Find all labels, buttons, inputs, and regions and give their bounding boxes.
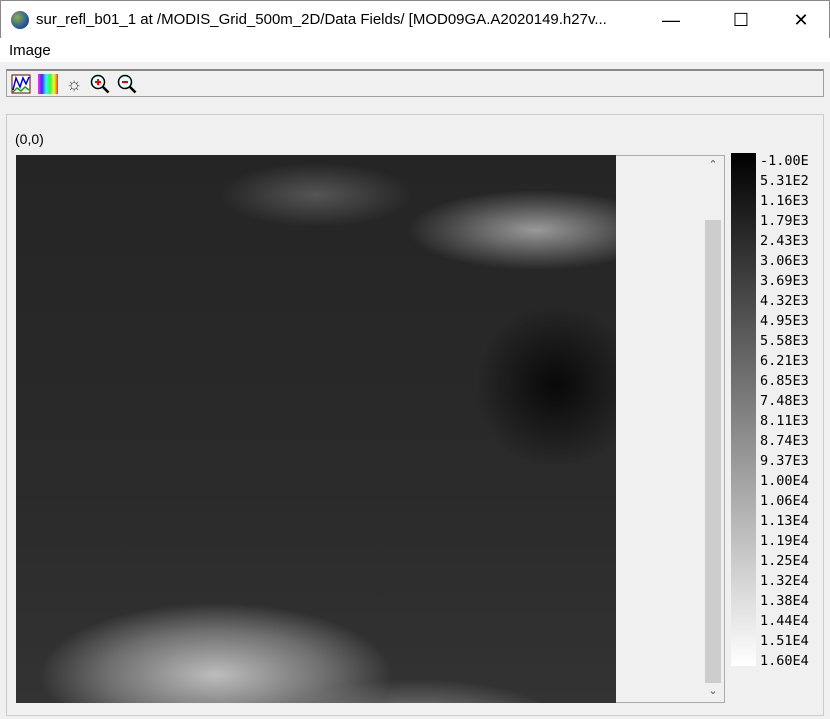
colorbar-label: 9.37E3 <box>760 453 809 469</box>
toolbar: ☼ <box>6 69 824 97</box>
colorbar-label: 1.79E3 <box>760 213 809 229</box>
colorbar-label: 1.25E4 <box>760 553 809 569</box>
colorbar-label: 6.85E3 <box>760 373 809 389</box>
cursor-coordinate: (0,0) <box>15 131 44 147</box>
window-title: sur_refl_b01_1 at /MODIS_Grid_500m_2D/Da… <box>36 11 607 28</box>
colorbar-label: 4.95E3 <box>760 313 809 329</box>
colorbar-label: 6.21E3 <box>760 353 809 369</box>
colorbar-label: 1.44E4 <box>760 613 809 629</box>
menu-bar: Image <box>0 38 830 62</box>
colorbar-label: 5.58E3 <box>760 333 809 349</box>
maximize-button[interactable]: ☐ <box>718 1 764 39</box>
colorbar <box>731 153 756 666</box>
menu-image[interactable]: Image <box>9 42 51 59</box>
colorbar-label: 1.00E4 <box>760 473 809 489</box>
scroll-down-arrow[interactable]: ⌄ <box>704 684 722 700</box>
colorbar-label: 1.32E4 <box>760 573 809 589</box>
brightness-icon[interactable]: ☼ <box>64 74 84 94</box>
colorbar-label: 1.16E3 <box>760 193 809 209</box>
title-bar: sur_refl_b01_1 at /MODIS_Grid_500m_2D/Da… <box>0 0 830 38</box>
zoom-out-icon[interactable] <box>117 74 137 94</box>
scrollbar-thumb[interactable] <box>705 220 721 683</box>
zoom-in-icon[interactable] <box>90 74 110 94</box>
minimize-button[interactable]: — <box>648 1 694 39</box>
colorbar-label: 3.69E3 <box>760 273 809 289</box>
colorbar-label: 8.74E3 <box>760 433 809 449</box>
colorbar-label: 7.48E3 <box>760 393 809 409</box>
colorbar-label: 8.11E3 <box>760 413 809 429</box>
colorbar-labels: -1.00E 5.31E2 1.16E3 1.79E3 2.43E3 3.06E3 3.69… <box>760 151 809 671</box>
colorbar-label: 3.06E3 <box>760 253 809 269</box>
colorbar-label: 2.43E3 <box>760 233 809 249</box>
colorbar-label: -1.00E <box>760 153 809 169</box>
colorbar-label: 1.51E4 <box>760 633 809 649</box>
histogram-icon[interactable] <box>11 74 31 94</box>
scroll-up-arrow[interactable]: ⌃ <box>704 158 722 174</box>
colorbar-label: 1.38E4 <box>760 593 809 609</box>
palette-icon[interactable] <box>38 74 58 94</box>
colorbar-label: 5.31E2 <box>760 173 809 189</box>
colorbar-label: 1.60E4 <box>760 653 809 669</box>
colorbar-label: 1.19E4 <box>760 533 809 549</box>
colorbar-label: 1.13E4 <box>760 513 809 529</box>
satellite-image[interactable] <box>16 155 616 703</box>
globe-icon <box>11 11 29 29</box>
colorbar-label: 4.32E3 <box>760 293 809 309</box>
colorbar-label: 1.06E4 <box>760 493 809 509</box>
close-button[interactable]: ✕ <box>778 1 824 39</box>
